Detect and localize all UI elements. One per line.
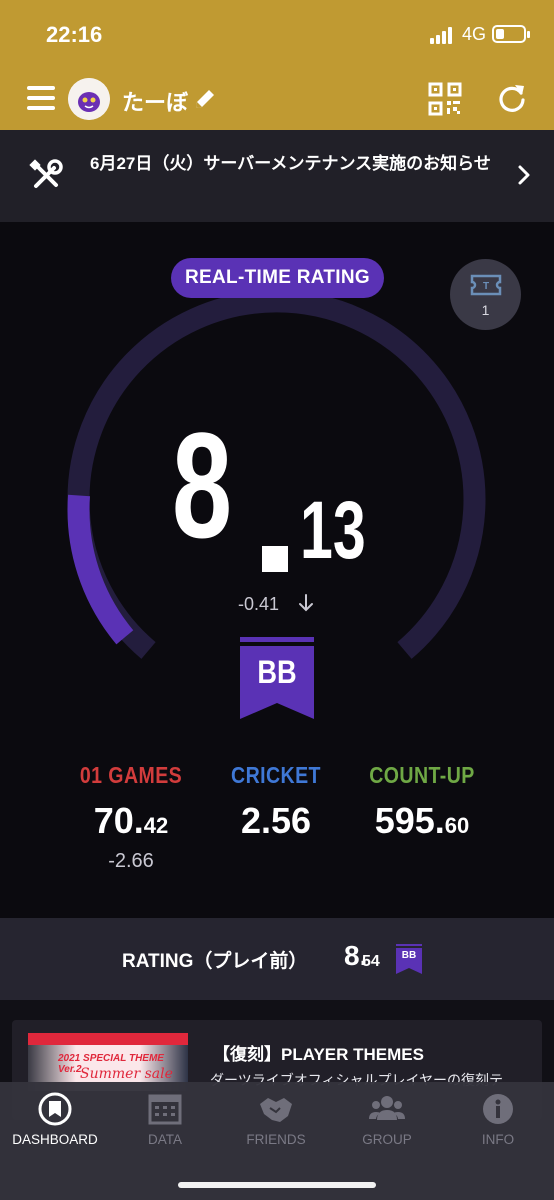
username[interactable]: たーぼ (122, 85, 188, 117)
tab-friends[interactable]: FRIENDS (221, 1090, 331, 1154)
tab-dashboard-label: DASHBOARD (12, 1132, 98, 1147)
stat-01-games-delta: -2.66 (108, 850, 154, 872)
network-type: 4G (462, 24, 487, 44)
battery-icon (492, 25, 530, 43)
status-time: 22:16 (46, 22, 103, 47)
tab-info-label: INFO (481, 1132, 515, 1147)
reload-icon[interactable] (496, 82, 528, 114)
tab-group-label: GROUP (362, 1132, 412, 1147)
data-calendar-icon (148, 1094, 182, 1125)
maintenance-tools-icon (29, 159, 63, 188)
edit-pencil-icon[interactable] (192, 86, 218, 112)
stat-01-games-value-dec: 42 (143, 813, 169, 838)
notice-banner[interactable] (0, 130, 554, 222)
rating-value-integer: 8 (172, 401, 232, 569)
stat-01-games-value: 70.42 (51, 800, 211, 842)
tab-data[interactable]: DATA (110, 1090, 220, 1154)
stat-cricket-value: 2.56 (196, 800, 356, 842)
rating-value-decimal: 13 (300, 485, 366, 576)
tab-group[interactable]: GROUP (332, 1090, 442, 1154)
stat-cricket-label: CRICKET (231, 762, 321, 788)
stat-count-up-label: COUNT-UP (369, 762, 475, 788)
stat-cricket-value-int: 2.56 (240, 800, 312, 841)
rating-decimal-point (262, 546, 288, 572)
tab-info[interactable]: INFO (443, 1090, 553, 1154)
ticket-icon: T (470, 274, 502, 296)
news-title[interactable]: 【復刻】PLAYER THEMES (213, 1040, 424, 1065)
qr-code-icon[interactable] (428, 82, 462, 116)
tab-friends-label: FRIENDS (246, 1132, 306, 1147)
home-indicator (178, 1182, 376, 1188)
stat-01-games-label: 01 GAMES (79, 762, 183, 788)
status-bar: 22:16 4G (0, 0, 554, 70)
stat-count-up-value-int: 595. (374, 800, 445, 841)
info-icon (483, 1094, 513, 1124)
ticket-button[interactable]: T (450, 259, 521, 330)
friends-handshake-icon (260, 1098, 292, 1122)
tab-data-label: DATA (147, 1132, 182, 1147)
avatar[interactable] (68, 78, 110, 120)
rating-class-label: BB (257, 654, 297, 690)
rating-delta: -0.41 (238, 594, 280, 614)
ticket-count: 1 (481, 302, 490, 318)
stat-count-up-value: 595.60 (342, 800, 502, 842)
rating-before-play-label: RATING（プレイ前） (122, 951, 308, 972)
rating-before-class-label: BB (401, 950, 417, 961)
group-people-icon (369, 1096, 405, 1120)
notice-text: 6月27日（火）サーバーメンテナンス実施のお知らせ (90, 154, 491, 173)
signal-icon (430, 26, 456, 44)
chevron-right-icon[interactable] (514, 164, 534, 186)
real-time-rating-badge: REAL-TIME RATING (171, 258, 384, 298)
dashboard-icon (38, 1092, 72, 1126)
tab-dashboard[interactable]: DASHBOARD (0, 1090, 110, 1154)
svg-text:T: T (483, 281, 489, 292)
stat-count-up-value-dec: 60 (444, 813, 470, 838)
menu-icon[interactable] (27, 86, 55, 110)
rating-before-play-value-dec: 54 (362, 953, 380, 970)
news-thumbnail-subtitle: Summer sale (80, 1066, 173, 1082)
arrow-down-icon (299, 594, 313, 612)
stat-01-games-value-int: 70. (93, 800, 144, 841)
